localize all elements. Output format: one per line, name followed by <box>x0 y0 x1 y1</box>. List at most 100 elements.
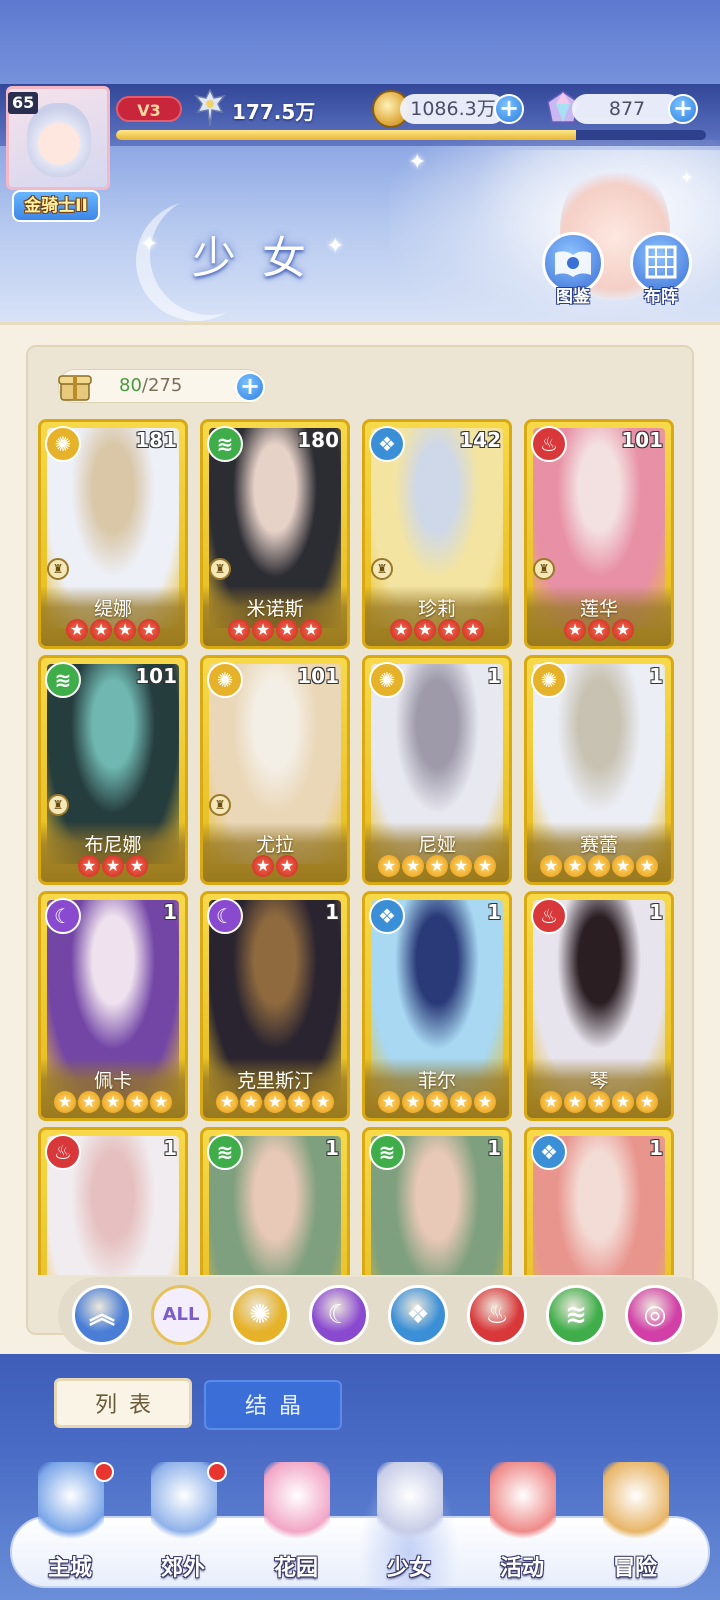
tab-crystal[interactable]: 结晶 <box>204 1380 342 1430</box>
girl-level: 1 <box>163 900 177 924</box>
girl-name: 珍莉 <box>417 598 456 620</box>
add-coins-button[interactable]: + <box>494 94 524 124</box>
girl-name: 琴 <box>589 1070 609 1092</box>
girl-name: 缇娜 <box>93 598 132 620</box>
chess-piece-icon: ♜ <box>47 794 69 816</box>
nav-label: 冒险 <box>612 1556 657 1581</box>
girl-card[interactable]: ☾ 1 克里斯汀 ★ ★ ★ ★ ★ <box>200 891 350 1121</box>
star-icon: ★ <box>636 1091 658 1113</box>
filter-wind-button[interactable]: ≋ <box>546 1285 606 1345</box>
girl-card[interactable]: ✺ 101 ♜ 尤拉 ★ ★ <box>200 655 350 885</box>
star-icon: ★ <box>150 1091 172 1113</box>
star-icon: ★ <box>228 619 250 641</box>
filter-special-button[interactable]: ◎ <box>625 1285 685 1345</box>
nav-events[interactable]: 活动 <box>472 1462 572 1590</box>
star-icon: ★ <box>564 1091 586 1113</box>
girl-level: 1 <box>487 900 501 924</box>
star-icon: ★ <box>540 855 562 877</box>
water-element-icon: ❖ <box>369 426 405 462</box>
element-filter-bar: ︽ ALL ✺ ☾ ❖ ♨ ≋ ◎ <box>58 1277 718 1353</box>
girl-card[interactable]: ❖ 1 菲尔 ★ ★ ★ ★ ★ <box>362 891 512 1121</box>
filter-all-button[interactable]: ALL <box>151 1285 211 1345</box>
star-icon: ★ <box>636 855 658 877</box>
nav-label: 主城 <box>47 1556 92 1581</box>
exp-progress-bar <box>116 130 706 140</box>
girl-card[interactable]: ♨ 1 琴 ★ ★ ★ ★ ★ <box>524 891 674 1121</box>
nav-girls[interactable]: 少女 <box>359 1462 459 1590</box>
exp-progress-fill <box>116 130 577 140</box>
sparkle-icon: ✦ <box>680 168 694 187</box>
star-rating: ★ ★ ★ ★ ★ <box>41 1091 185 1113</box>
star-rating: ★ ★ ★ ★ ★ <box>365 1091 509 1113</box>
power-value: 177.5万 <box>232 100 316 124</box>
dark-element-icon: ☾ <box>45 898 81 934</box>
girl-level: 1 <box>649 664 663 688</box>
filter-dark-button[interactable]: ☾ <box>309 1285 369 1345</box>
girl-level: 1 <box>649 900 663 924</box>
girl-card[interactable]: ≋ 101 ♜ 布尼娜 ★ ★ ★ <box>38 655 188 885</box>
star-rating: ★ ★ ★ <box>527 619 671 641</box>
wind-element-icon: ≋ <box>369 1134 405 1170</box>
gift-box-icon <box>58 375 92 401</box>
coin-amount: 1086.3万 <box>400 94 506 124</box>
girl-card[interactable]: ✺ 181 ♜ 缇娜 ★ ★ ★ ★ <box>38 419 188 649</box>
star-rating: ★ ★ <box>203 855 347 877</box>
filter-fire-button[interactable]: ♨ <box>467 1285 527 1345</box>
girl-level: 180 <box>297 428 339 452</box>
girl-card[interactable]: ≋ 1 <box>200 1127 350 1275</box>
girl-level: 142 <box>459 428 501 452</box>
star-icon: ★ <box>138 619 160 641</box>
wind-element-icon: ≋ <box>45 662 81 698</box>
star-icon: ★ <box>126 855 148 877</box>
girl-name: 米诺斯 <box>246 598 304 620</box>
sparkle-icon: ✦ <box>140 232 159 257</box>
girl-name: 莲华 <box>579 598 618 620</box>
nav-adventure[interactable]: 冒险 <box>585 1462 685 1590</box>
girl-card[interactable]: ❖ 142 ♜ 珍莉 ★ ★ ★ ★ <box>362 419 512 649</box>
star-icon: ★ <box>78 855 100 877</box>
star-icon: ★ <box>588 619 610 641</box>
chess-piece-icon: ♜ <box>533 558 555 580</box>
star-icon: ★ <box>438 619 460 641</box>
nav-main-city[interactable]: 主城 <box>20 1462 120 1590</box>
star-icon: ★ <box>540 1091 562 1113</box>
star-icon: ★ <box>588 855 610 877</box>
filter-light-button[interactable]: ✺ <box>230 1285 290 1345</box>
expand-capacity-button[interactable]: + <box>235 372 265 402</box>
girl-card[interactable]: ✺ 1 尼娅 ★ ★ ★ ★ ★ <box>362 655 512 885</box>
girl-level: 101 <box>297 664 339 688</box>
girl-level: 1 <box>325 900 339 924</box>
roster-capacity: 80/275 + <box>58 369 265 403</box>
girl-name: 菲尔 <box>417 1070 456 1092</box>
nav-suburb[interactable]: 郊外 <box>133 1462 233 1590</box>
girl-card[interactable]: ♨ 1 <box>38 1127 188 1275</box>
nav-label: 少女 <box>386 1556 431 1581</box>
vip-badge[interactable]: V3 <box>116 96 182 122</box>
star-icon: ★ <box>612 1091 634 1113</box>
girl-card[interactable]: ≋ 1 <box>362 1127 512 1275</box>
filter-water-button[interactable]: ❖ <box>388 1285 448 1345</box>
girls-icon <box>377 1462 443 1546</box>
girl-name: 赛蕾 <box>579 834 618 856</box>
girl-card[interactable]: ❖ 1 <box>524 1127 674 1275</box>
star-icon: ★ <box>90 619 112 641</box>
star-icon: ★ <box>288 1091 310 1113</box>
filter-sort-button[interactable]: ︽ <box>72 1285 132 1345</box>
tab-list[interactable]: 列表 <box>54 1378 192 1428</box>
star-icon: ★ <box>378 1091 400 1113</box>
player-level: 65 <box>8 92 39 114</box>
girl-card[interactable]: ✺ 1 赛蕾 ★ ★ ★ ★ ★ <box>524 655 674 885</box>
nav-garden[interactable]: 花园 <box>246 1462 346 1590</box>
star-icon: ★ <box>390 619 412 641</box>
girl-card[interactable]: ☾ 1 佩卡 ★ ★ ★ ★ ★ <box>38 891 188 1121</box>
sparkle-icon: ✦ <box>408 150 427 175</box>
girls-card-grid[interactable]: ✺ 181 ♜ 缇娜 ★ ★ ★ ★ ≋ 180 ♜ 米诺斯 ★ ★ ★ ★ ❖ 142 ♜ 珍莉 ★ ★ ★ ★ ♨ 101 ♜ 莲… <box>38 419 688 1275</box>
add-gems-button[interactable]: + <box>668 94 698 124</box>
girl-name: 尼娅 <box>417 834 456 856</box>
star-icon: ★ <box>54 1091 76 1113</box>
star-rating: ★ ★ ★ ★ ★ <box>203 1091 347 1113</box>
girl-card[interactable]: ♨ 101 ♜ 莲华 ★ ★ ★ <box>524 419 674 649</box>
star-icon: ★ <box>426 1091 448 1113</box>
girl-card[interactable]: ≋ 180 ♜ 米诺斯 ★ ★ ★ ★ <box>200 419 350 649</box>
star-rating: ★ ★ ★ ★ ★ <box>365 855 509 877</box>
